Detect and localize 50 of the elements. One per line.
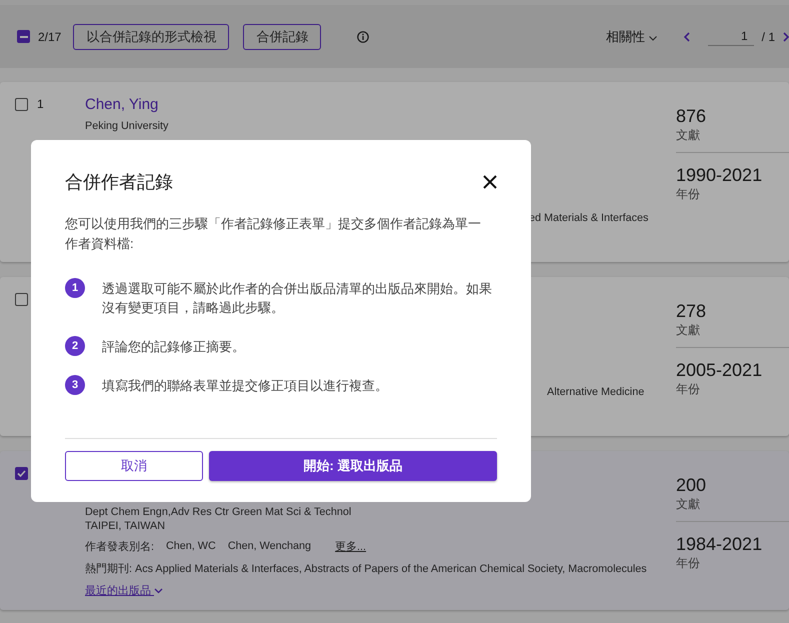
stat-value: 876 [676,106,708,127]
stat-label: 年份 [676,555,701,572]
previous-page-icon[interactable] [682,32,690,42]
sort-dropdown[interactable]: 相關性 [606,28,657,46]
page-input[interactable]: 1 [708,27,754,46]
close-icon[interactable] [483,175,497,189]
page-total: / 1 [762,30,775,44]
stat-value: 1984-2021 [676,534,764,555]
stat-label: 年份 [676,381,701,398]
affiliation-text: Dept Chem Engn,Adv Res Ctr Green Mat Sci & Technol [85,505,352,519]
stat-label: 文獻 [676,127,701,144]
alias-text: Chen, WC [166,540,216,554]
alias-text: Chen, Wenchang [228,540,312,554]
step-number: 3 [65,375,85,395]
merge-button[interactable]: 合併記錄 [243,24,322,50]
merged-view-button[interactable]: 以合併記錄的形式檢視 [73,24,230,50]
record-number: 1 [37,98,44,111]
intro-text: 您可以使用我們的三步驟「作者記錄修正表單」提交多個作者記錄為單一作者資料檔: [65,215,482,253]
checkbox[interactable] [15,98,28,111]
aliases-label: 作者發表別名: [85,540,154,554]
next-page-icon[interactable] [783,32,789,42]
caret-icon [154,588,163,594]
step-text: 填寫我們的聯絡表單並提交修正項目以進行複查。 [102,377,388,395]
stat-value: 200 [676,475,708,496]
stat-value: 2005-2021 [676,360,764,381]
step-number: 2 [65,336,85,356]
dialog-title: 合併作者記錄 [65,171,173,194]
step-number: 1 [65,278,85,298]
step-text: 透過選取可能不屬於此作者的合併出版品清單的出版品來開始。如果沒有變更項目，請略過此步驟。 [102,280,492,317]
journals-text: 熱門期刊: Acs Applied Materials & Interfaces, Abstracts of Papers of the American Chemical Society, Macromolecules [85,562,648,576]
info-icon[interactable] [357,30,370,42]
journal-text: Alternative Medicine [547,386,644,398]
recent-publications-link[interactable]: 最近的出版品 [85,584,163,598]
checkbox[interactable] [15,467,28,480]
cancel-button[interactable]: 取消 [65,451,203,481]
selected-count: 2/17 [38,30,62,44]
affiliation-text: Peking University [85,119,170,133]
checkbox[interactable] [15,293,28,306]
more-link[interactable]: 更多... [335,540,366,554]
stat-label: 年份 [676,186,701,203]
author-name[interactable]: Chen, Ying [85,96,676,113]
stat-value: 1990-2021 [676,165,764,186]
affiliation-text: TAIPEI, TAIWAN [85,519,166,533]
start-button[interactable]: 開始: 選取出版品 [209,451,497,481]
stat-label: 文獻 [676,322,701,339]
stat-value: 278 [676,301,708,322]
stat-label: 文獻 [676,496,701,513]
caret-icon [648,36,657,40]
step-text: 評論您的記錄修正摘要。 [102,338,245,356]
select-all-checkbox[interactable] [17,30,30,43]
